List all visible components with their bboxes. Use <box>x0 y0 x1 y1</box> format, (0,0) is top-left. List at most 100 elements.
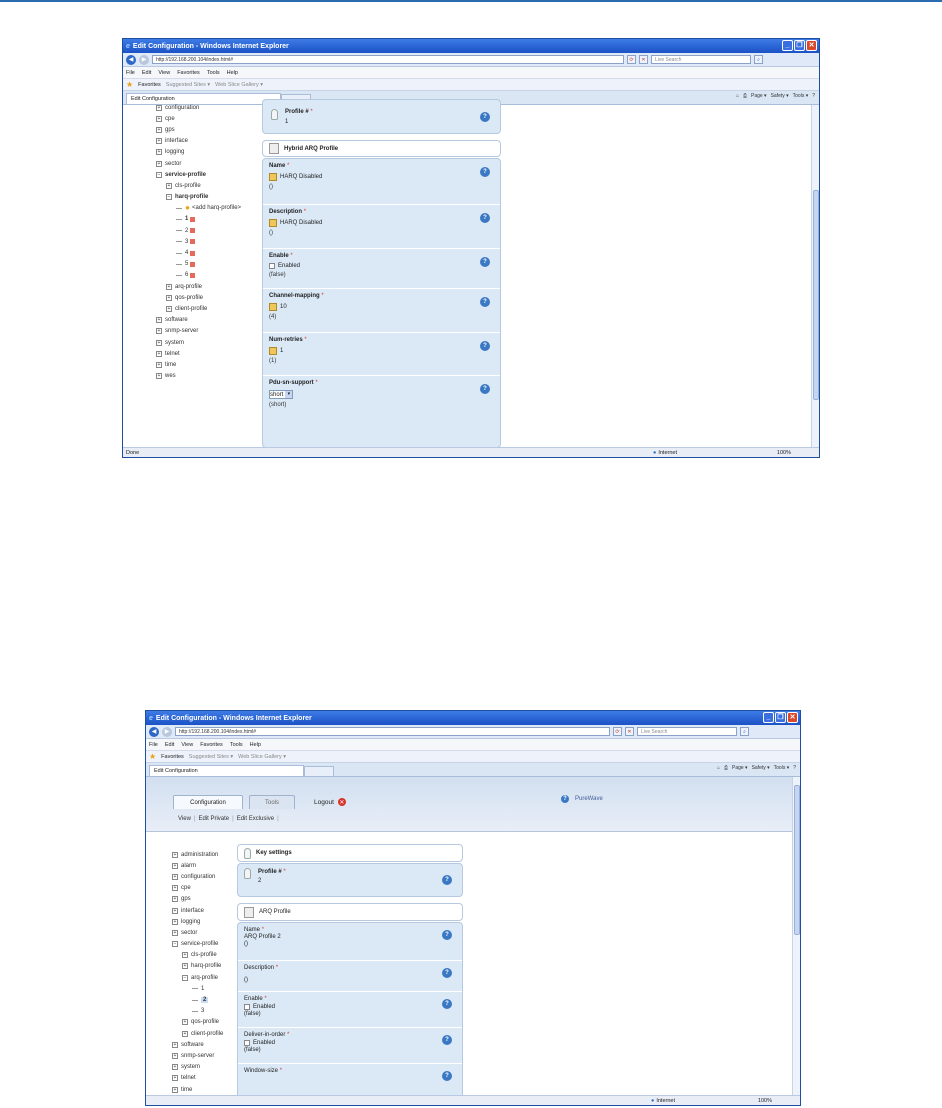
field-channel-value[interactable]: 10 <box>280 304 287 310</box>
expand-icon[interactable]: + <box>172 862 178 869</box>
tree-node[interactable]: + client-profile <box>172 1028 223 1039</box>
tree-node[interactable]: + interface <box>156 136 241 147</box>
tree-node[interactable]: + administration <box>172 849 223 860</box>
expand-icon[interactable]: + <box>172 1086 178 1093</box>
print-icon[interactable]: ⎙ <box>724 765 728 771</box>
tree-node-label[interactable]: snmp-server <box>165 328 198 334</box>
tree-node-label[interactable]: snmp-server <box>181 1053 214 1059</box>
tree-node-label[interactable]: configuration <box>165 105 199 111</box>
tree-node-label[interactable]: service-profile <box>181 941 218 947</box>
search-icon[interactable]: ⌕ <box>754 55 763 64</box>
expand-icon[interactable]: + <box>156 149 162 156</box>
url-input[interactable]: http://192.168.200.104/index.html# <box>175 727 610 736</box>
help-icon[interactable]: ? <box>442 875 452 885</box>
cmd-page[interactable]: Page ▾ <box>732 765 748 771</box>
expand-icon[interactable]: + <box>182 1030 188 1037</box>
tree-node[interactable]: + cpe <box>156 113 241 124</box>
menu-help[interactable]: Help <box>250 742 261 748</box>
expand-icon[interactable]: + <box>172 1075 178 1082</box>
tree-node[interactable]: − service-profile <box>156 169 241 180</box>
collapse-icon[interactable]: − <box>172 941 178 948</box>
tree-node-label[interactable]: telnet <box>165 351 180 357</box>
tree-node[interactable]: + logging <box>172 916 223 927</box>
expand-icon[interactable]: + <box>166 294 172 301</box>
tree-node-label[interactable]: 1 <box>201 986 204 992</box>
expand-icon[interactable]: + <box>172 929 178 936</box>
tree-node[interactable]: + sector <box>156 158 241 169</box>
tree-node[interactable]: + alarm <box>172 860 223 871</box>
tree-node-label[interactable]: interface <box>165 138 188 144</box>
tree-node-label[interactable]: logging <box>181 919 200 925</box>
tree-node-label[interactable]: alarm <box>181 863 196 869</box>
menu-help[interactable]: Help <box>227 70 238 76</box>
edit-icon[interactable] <box>269 173 277 181</box>
help-icon[interactable]: ? <box>480 297 490 307</box>
tree-node-label[interactable]: harq-profile <box>191 963 221 969</box>
tree-node[interactable]: + qos-profile <box>156 292 241 303</box>
help-icon[interactable]: ? <box>442 930 452 940</box>
tree-node[interactable]: + qos-profile <box>172 1017 223 1028</box>
expand-icon[interactable]: + <box>172 918 178 925</box>
tree-node-label[interactable]: cpe <box>181 885 191 891</box>
delete-icon[interactable] <box>190 216 196 222</box>
tree-node[interactable]: 3 <box>172 1006 223 1017</box>
help-icon[interactable]: ? <box>480 341 490 351</box>
tree-node[interactable]: 4 <box>156 247 241 258</box>
tree-node[interactable]: + snmp-server <box>172 1050 223 1061</box>
menu-file[interactable]: File <box>126 70 135 76</box>
tree-node[interactable]: + telnet <box>172 1073 223 1084</box>
tab-configuration[interactable]: Configuration <box>173 795 243 809</box>
expand-icon[interactable]: + <box>172 896 178 903</box>
tree-node-label[interactable]: logging <box>165 149 184 155</box>
tree-node[interactable]: + gps <box>156 124 241 135</box>
tree-node[interactable]: + cls-profile <box>156 180 241 191</box>
expand-icon[interactable]: + <box>172 1052 178 1059</box>
back-arrow-icon[interactable]: ◀ <box>149 726 159 737</box>
menu-favorites[interactable]: Favorites <box>177 70 200 76</box>
tree-node-label[interactable]: configuration <box>181 874 215 880</box>
help-icon[interactable]: ? <box>480 213 490 223</box>
zoom-level[interactable]: 100% <box>777 450 791 456</box>
search-icon[interactable]: ⌕ <box>740 727 749 736</box>
suggested-sites-link[interactable]: Suggested Sites ▾ <box>166 82 210 88</box>
tree-node-label[interactable]: 2 <box>185 228 188 234</box>
help-icon[interactable]: ? <box>442 1071 452 1081</box>
tree-node-label[interactable]: qos-profile <box>175 295 203 301</box>
mode-edit-exclusive[interactable]: Edit Exclusive <box>237 816 274 822</box>
tree-node-label[interactable]: cls-profile <box>191 952 217 958</box>
tree-node-label[interactable]: arq-profile <box>191 975 218 981</box>
web-slice-gallery-link[interactable]: Web Slice Gallery ▾ <box>215 82 263 88</box>
cmd-safety[interactable]: Safety ▾ <box>771 93 789 99</box>
expand-icon[interactable]: + <box>182 1019 188 1026</box>
tree-node[interactable]: 2 <box>156 225 241 236</box>
help-icon[interactable]: ? <box>793 765 796 771</box>
menu-file[interactable]: File <box>149 742 158 748</box>
tree-node[interactable]: + configuration <box>156 102 241 113</box>
expand-icon[interactable]: + <box>172 851 178 858</box>
new-tab-button[interactable] <box>304 766 334 776</box>
tree-node-label[interactable]: sector <box>165 161 181 167</box>
expand-icon[interactable]: + <box>156 104 162 111</box>
tab-edit-configuration[interactable]: Edit Configuration <box>149 765 304 776</box>
tree-node-label[interactable]: wes <box>165 373 176 379</box>
tree-node[interactable]: + client-profile <box>156 303 241 314</box>
expand-icon[interactable]: + <box>166 283 172 290</box>
help-icon[interactable]: ? <box>480 167 490 177</box>
tab-tools[interactable]: Tools <box>249 795 295 809</box>
tree-node-label[interactable]: software <box>165 317 188 323</box>
expand-icon[interactable]: + <box>156 317 162 324</box>
cmd-tools[interactable]: Tools ▾ <box>793 93 809 99</box>
tree-node-label[interactable]: qos-profile <box>191 1019 219 1025</box>
tree-node-label[interactable]: 3 <box>185 239 188 245</box>
cmd-page[interactable]: Page ▾ <box>751 93 767 99</box>
tree-node[interactable]: + logging <box>156 147 241 158</box>
delete-icon[interactable] <box>190 272 196 278</box>
tree-node-label[interactable]: <add harq-profile> <box>192 205 241 211</box>
deliver-checkbox[interactable] <box>244 1040 250 1046</box>
tree-node[interactable]: − harq-profile <box>156 192 241 203</box>
tree-node-label[interactable]: 6 <box>185 272 188 278</box>
forward-arrow-icon[interactable]: ▶ <box>162 726 172 737</box>
tree-node-label[interactable]: client-profile <box>175 306 207 312</box>
minimize-button[interactable]: _ <box>763 712 774 723</box>
tree-node[interactable]: + cpe <box>172 883 223 894</box>
